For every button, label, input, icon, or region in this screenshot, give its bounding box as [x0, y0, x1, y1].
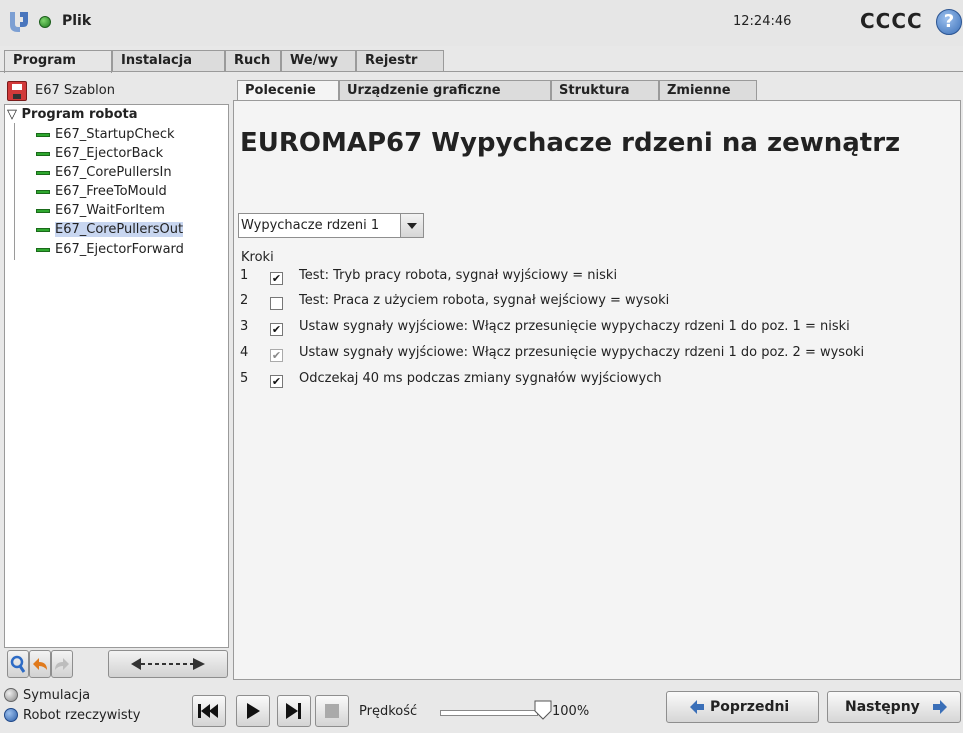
tree-item-label: E67_EjectorBack [55, 146, 164, 161]
tree-item-label: E67_WaitForItem [55, 203, 165, 218]
redo-button[interactable] [51, 650, 73, 678]
steps-label: Kroki [241, 250, 274, 265]
left-right-arrow-icon [131, 658, 205, 670]
tree-item-ejectorback[interactable]: E67_EjectorBack [22, 145, 163, 163]
previous-label: Poprzedni [710, 699, 790, 715]
step-text: Odczekaj 40 ms podczas zmiany sygnałów w… [299, 371, 662, 386]
arrow-left-icon [689, 692, 705, 733]
rewind-button[interactable] [192, 695, 226, 727]
speed-slider-handle[interactable] [534, 700, 552, 720]
step-checkbox[interactable]: ✔ [270, 323, 283, 336]
tab-struktura[interactable]: Struktura [551, 80, 659, 101]
tab-program[interactable]: Program [4, 50, 112, 73]
step-number: 3 [240, 319, 249, 334]
core-puller-select-value: Wypychacze rdzeni 1 [241, 218, 380, 233]
move-node-button[interactable] [108, 650, 228, 678]
step-text: Test: Tryb pracy robota, sygnał wyjściow… [299, 268, 618, 283]
tree-item-label: E67_FreeToMould [55, 184, 167, 199]
tree-root-label: Program robota [21, 107, 138, 122]
step-text: Ustaw sygnały wyjściowe: Włącz przesunię… [299, 345, 865, 360]
page-title: EUROMAP67 Wypychacze rdzeni na zewnątrz [240, 128, 901, 158]
tab-we-wy[interactable]: We/wy [281, 50, 356, 72]
undo-button[interactable] [29, 650, 51, 678]
step-text: Ustaw sygnały wyjściowe: Włącz przesunię… [299, 319, 850, 334]
tree-item-label: E67_CorePullersIn [55, 165, 172, 180]
node-icon [36, 227, 50, 232]
tab-instalacja[interactable]: Instalacja [112, 50, 225, 72]
step-number: 5 [240, 371, 249, 386]
node-icon [36, 132, 50, 137]
help-icon[interactable]: ? [936, 9, 962, 35]
tab-urzadzenie-graficzne[interactable]: Urządzenie graficzne [339, 80, 551, 101]
step-checkbox[interactable]: ✔ [270, 375, 283, 388]
file-status-icon[interactable] [39, 16, 51, 28]
dropdown-button[interactable] [400, 214, 423, 237]
command-panel [233, 100, 961, 680]
expand-triangle-icon[interactable]: ▽ [7, 107, 17, 122]
tree-item-label: E67_CorePullersOut [55, 222, 184, 237]
tree-item-label: E67_StartupCheck [55, 127, 175, 142]
step-number: 4 [240, 345, 249, 360]
clock: 12:24:46 [733, 14, 792, 29]
tree-item-ejectorforward[interactable]: E67_EjectorForward [22, 241, 184, 259]
next-label: Następny [845, 699, 920, 715]
tab-polecenie[interactable]: Polecenie [237, 80, 339, 101]
step-checkbox[interactable]: ✔ [270, 272, 283, 285]
robot-name: CCCC [860, 9, 923, 33]
step-checkbox[interactable] [270, 297, 283, 310]
chevron-down-icon [407, 223, 417, 229]
file-menu[interactable]: Plik [62, 13, 91, 29]
tree-item-waitforitem[interactable]: E67_WaitForItem [22, 202, 165, 220]
template-file-icon[interactable] [7, 81, 27, 101]
step-text: Test: Praca z użyciem robota, sygnał wej… [299, 293, 670, 308]
tab-divider [0, 71, 963, 72]
previous-button[interactable]: Poprzedni [666, 691, 819, 723]
tree-item-label: E67_EjectorForward [55, 242, 184, 257]
redo-icon [55, 658, 69, 670]
node-icon [36, 247, 50, 252]
top-bar [0, 0, 963, 46]
step-forward-icon [286, 703, 301, 719]
tree-item-startupcheck[interactable]: E67_StartupCheck [22, 126, 175, 144]
search-icon [10, 655, 26, 673]
arrow-right-icon [932, 692, 948, 733]
simulation-label: Symulacja [23, 688, 91, 703]
speed-value: 100% [552, 704, 590, 719]
play-button[interactable] [236, 695, 270, 727]
node-icon [36, 208, 50, 213]
tree-item-corepullersin[interactable]: E67_CorePullersIn [22, 164, 172, 182]
ur-logo-icon [10, 12, 28, 32]
speed-slider-track[interactable] [440, 710, 538, 716]
template-label: E67 Szablon [35, 83, 115, 98]
step-number: 2 [240, 293, 249, 308]
stop-button [315, 695, 349, 727]
real-robot-radio[interactable] [4, 708, 18, 722]
step-number: 1 [240, 268, 249, 283]
stop-icon [325, 704, 339, 718]
real-robot-label: Robot rzeczywisty [23, 708, 141, 723]
tab-zmienne[interactable]: Zmienne [659, 80, 757, 101]
tree-item-freetomould[interactable]: E67_FreeToMould [22, 183, 167, 201]
rewind-icon [198, 704, 218, 718]
search-button[interactable] [7, 650, 29, 678]
undo-icon [33, 658, 47, 670]
tree-root[interactable]: ▽ Program robota [7, 107, 138, 122]
node-icon [36, 189, 50, 194]
step-checkbox: ✔ [270, 349, 283, 362]
tree-item-corepullersout[interactable]: E67_CorePullersOut [22, 221, 184, 239]
tab-ruch[interactable]: Ruch [225, 50, 281, 72]
node-icon [36, 170, 50, 175]
speed-label: Prędkość [359, 704, 418, 719]
next-button[interactable]: Następny [827, 691, 961, 723]
play-icon [247, 703, 260, 719]
node-icon [36, 151, 50, 156]
tab-rejestr[interactable]: Rejestr [356, 50, 444, 72]
tree-connector [14, 123, 15, 260]
simulation-radio[interactable] [4, 688, 18, 702]
step-button[interactable] [277, 695, 311, 727]
